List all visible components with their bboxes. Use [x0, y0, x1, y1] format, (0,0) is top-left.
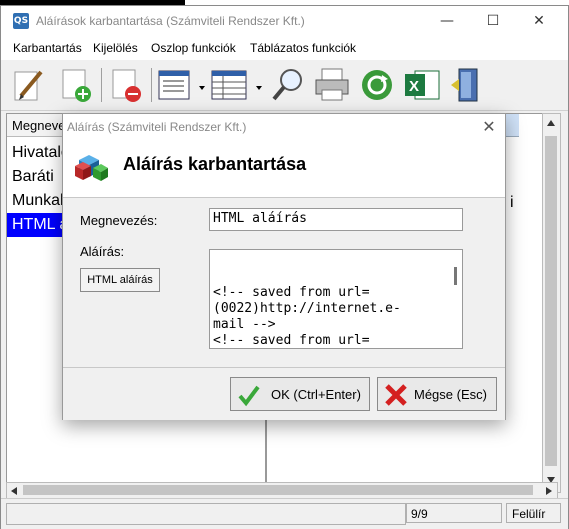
- edit-icon[interactable]: [11, 66, 49, 104]
- refresh-icon[interactable]: [358, 66, 396, 104]
- cubes-icon: [75, 155, 108, 181]
- horizontal-scroll-thumb[interactable]: [23, 485, 533, 495]
- menu-karbantartas[interactable]: Karbantartás: [13, 41, 82, 55]
- dialog-heading: Aláírás karbantartása: [123, 154, 307, 174]
- printer-icon[interactable]: [313, 66, 351, 104]
- signature-textarea[interactable]: <!-- saved from url= (0022)http://intern…: [209, 249, 463, 349]
- list-item-label: Munkah: [12, 192, 69, 209]
- dialog-button-bar: OK (Ctrl+Enter) Mégse (Esc): [63, 367, 505, 420]
- search-icon[interactable]: [269, 66, 307, 104]
- form-view-icon[interactable]: [156, 66, 194, 104]
- signature-dialog: Aláírás (Számviteli Rendszer Kft.) ✕ Alá…: [62, 113, 506, 420]
- red-x-icon: [385, 384, 407, 406]
- toolbar: X: [1, 60, 568, 111]
- ok-button-label: OK (Ctrl+Enter): [271, 387, 361, 402]
- maximize-button[interactable]: ☐: [470, 6, 516, 36]
- scroll-left-icon[interactable]: [10, 486, 18, 496]
- menu-tablazatos-funkciok[interactable]: Táblázatos funkciók: [250, 41, 356, 55]
- menu-oszlop-funkciok[interactable]: Oszlop funkciók: [151, 41, 236, 55]
- status-field-main: [6, 503, 406, 525]
- title-bar: QS Aláírások karbantartása (Számviteli R…: [1, 6, 568, 36]
- name-label: Megnevezés:: [80, 213, 158, 228]
- app-icon: QS: [13, 13, 29, 29]
- close-button[interactable]: ✕: [516, 6, 562, 36]
- column-header-label: Megneve: [12, 118, 66, 133]
- cancel-button-label: Mégse (Esc): [414, 387, 487, 402]
- ok-button[interactable]: OK (Ctrl+Enter): [230, 377, 370, 411]
- dialog-close-button[interactable]: ✕: [477, 116, 501, 138]
- menu-kijeloles[interactable]: Kijelölés: [93, 41, 138, 55]
- svg-text:X: X: [409, 78, 419, 95]
- excel-export-icon[interactable]: X: [403, 66, 441, 104]
- status-mode: Felülír: [506, 503, 561, 523]
- status-bar: 9/9 Felülír: [1, 498, 568, 529]
- dialog-header: Aláírás (Számviteli Rendszer Kft.) ✕ Alá…: [63, 114, 505, 198]
- toolbar-separator: [101, 68, 102, 102]
- menu-bar: Karbantartás Kijelölés Oszlop funkciók T…: [1, 36, 568, 60]
- toolbar-separator: [151, 68, 152, 102]
- vertical-scrollbar[interactable]: [542, 113, 561, 493]
- exit-door-icon[interactable]: [449, 66, 487, 104]
- delete-document-icon[interactable]: [107, 66, 145, 104]
- table-view-icon[interactable]: [209, 66, 247, 104]
- scroll-up-icon[interactable]: [546, 119, 556, 127]
- checkmark-icon: [238, 385, 260, 407]
- status-record-count: 9/9: [406, 503, 502, 523]
- list-item-label: HTML a: [12, 216, 69, 233]
- minimize-button[interactable]: —: [424, 6, 470, 36]
- horizontal-scrollbar[interactable]: [6, 482, 558, 499]
- chevron-down-icon[interactable]: [256, 86, 262, 90]
- textarea-scroll-thumb[interactable]: [454, 267, 457, 285]
- detail-panel-text: i: [510, 194, 514, 211]
- name-input[interactable]: HTML aláírás: [209, 208, 463, 231]
- new-document-icon[interactable]: [57, 66, 95, 104]
- vertical-scroll-thumb[interactable]: [545, 136, 557, 466]
- window-title: Aláírások karbantartása (Számviteli Rend…: [36, 14, 305, 28]
- list-item-label: Baráti: [12, 168, 54, 185]
- dialog-title: Aláírás (Számviteli Rendszer Kft.): [67, 120, 247, 134]
- html-signature-button[interactable]: HTML aláírás: [80, 268, 160, 292]
- signature-text: <!-- saved from url= (0022)http://intern…: [213, 285, 401, 348]
- cancel-button[interactable]: Mégse (Esc): [377, 377, 497, 411]
- chevron-down-icon[interactable]: [199, 86, 205, 90]
- scroll-right-icon[interactable]: [545, 486, 553, 496]
- list-item-label: Hivatalo: [12, 144, 70, 161]
- signature-label: Aláírás:: [80, 244, 125, 259]
